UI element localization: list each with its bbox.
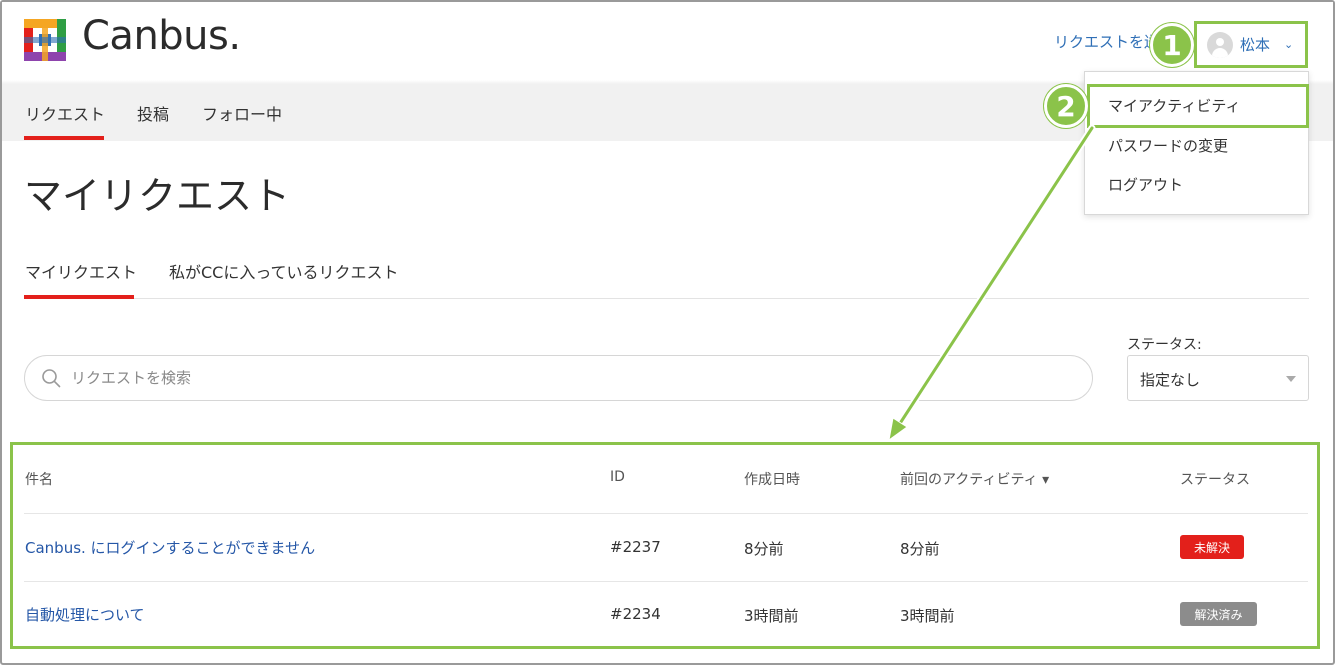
- tab-cc-requests[interactable]: 私がCCに入っているリクエスト: [169, 259, 399, 283]
- row-divider: [24, 581, 1308, 582]
- status-filter-label: ステータス:: [1127, 337, 1202, 353]
- avatar-icon: [1207, 31, 1233, 58]
- page-title: マイリクエスト: [24, 174, 291, 218]
- status-filter-value: 指定なし: [1140, 371, 1201, 389]
- column-header-last-activity[interactable]: 前回のアクティビティ ▾: [900, 469, 1049, 489]
- tab-active-indicator: [24, 295, 134, 299]
- column-header-id: ID: [610, 469, 625, 485]
- menu-item-change-password[interactable]: パスワードの変更: [1108, 135, 1228, 156]
- request-last-activity: 8分前: [900, 540, 940, 558]
- menu-item-logout[interactable]: ログアウト: [1108, 174, 1183, 195]
- column-header-subject: 件名: [25, 472, 53, 488]
- search-input[interactable]: [71, 365, 1071, 391]
- logo-text[interactable]: Canbus.: [82, 13, 241, 59]
- tabs-divider: [24, 298, 1309, 299]
- request-subject-link[interactable]: Canbus. にログインすることができません: [25, 537, 315, 558]
- caret-down-icon: [1286, 376, 1296, 382]
- request-id: #2234: [610, 605, 661, 623]
- request-id: #2237: [610, 538, 661, 556]
- nav-tab-following[interactable]: フォロー中: [202, 101, 282, 125]
- row-divider: [24, 513, 1308, 514]
- nav-tab-posts[interactable]: 投稿: [137, 101, 169, 125]
- column-header-created: 作成日時: [744, 472, 800, 488]
- user-menu-button[interactable]: 松本 ⌄: [1194, 21, 1308, 68]
- request-created: 8分前: [744, 540, 784, 558]
- step-badge-1: 1: [1150, 23, 1194, 67]
- search-icon: [42, 369, 61, 388]
- nav-active-indicator: [24, 136, 104, 140]
- submit-request-link[interactable]: リクエストを送信: [1054, 31, 1164, 52]
- column-header-status: ステータス: [1180, 472, 1250, 488]
- status-badge-solved: 解決済み: [1180, 602, 1257, 626]
- status-badge-open: 未解決: [1180, 535, 1244, 559]
- tab-my-requests[interactable]: マイリクエスト: [25, 259, 137, 283]
- request-created: 3時間前: [744, 607, 799, 625]
- request-subject-link[interactable]: 自動処理について: [25, 604, 145, 625]
- chevron-down-icon: ⌄: [1284, 38, 1294, 51]
- request-last-activity: 3時間前: [900, 607, 955, 625]
- canbus-logo-icon[interactable]: [24, 19, 66, 61]
- user-name: 松本: [1240, 36, 1271, 54]
- status-filter-select[interactable]: 指定なし: [1127, 355, 1309, 401]
- my-activity-highlight: [1087, 84, 1309, 128]
- nav-tab-requests[interactable]: リクエスト: [25, 101, 105, 125]
- search-box[interactable]: [24, 355, 1093, 401]
- step-badge-2: 2: [1044, 84, 1088, 128]
